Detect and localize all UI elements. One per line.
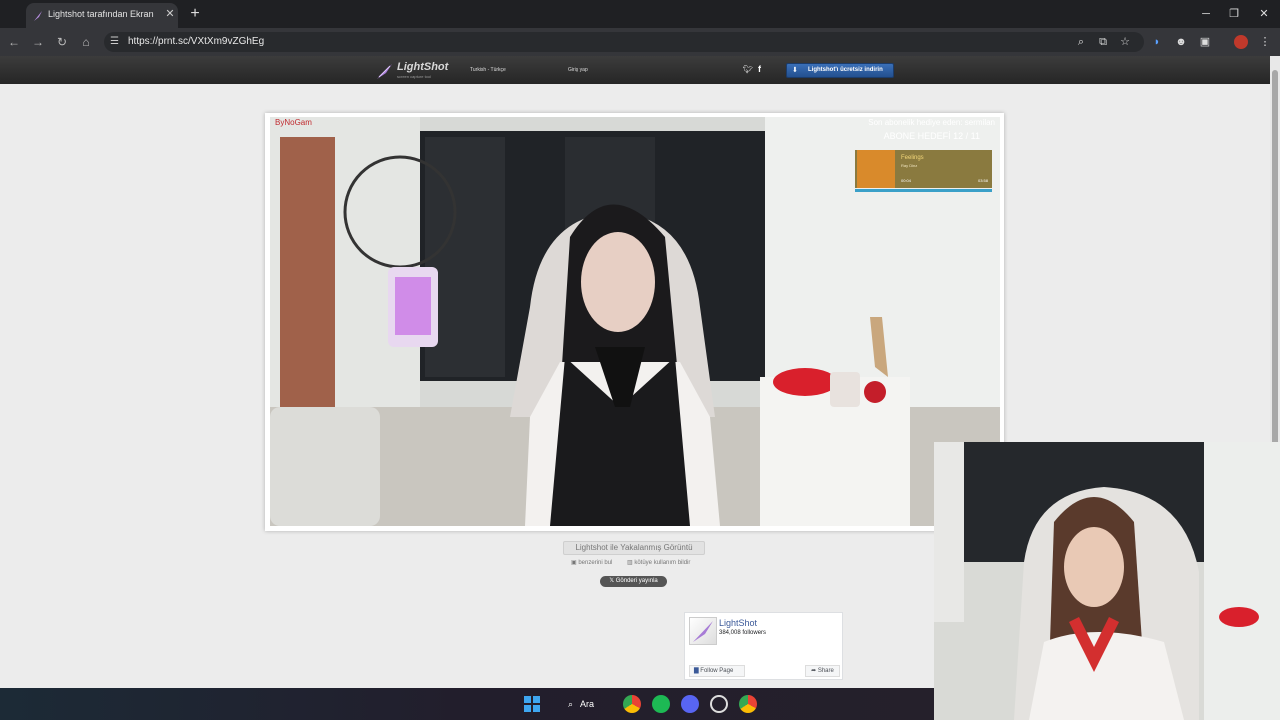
page-thumbnail[interactable] <box>689 617 717 645</box>
zoom-icon[interactable]: ⌕ <box>1074 35 1088 49</box>
twitter-icon[interactable]: 🐦︎ <box>743 65 753 74</box>
song-time-start: 00:04 <box>901 178 912 183</box>
download-label: Lightshot'ı ücretsiz indirin <box>808 67 883 73</box>
sub-goal-text: ABONE HEDEFİ 12 / 11 <box>884 131 980 141</box>
facebook-icon[interactable]: f <box>758 64 761 74</box>
report-link[interactable]: ▥ kötüye kullanım bildir <box>627 559 690 566</box>
fb-page-name[interactable]: LightShot <box>719 618 757 628</box>
new-tab-button[interactable]: + <box>187 6 203 22</box>
close-tab-icon[interactable]: ✕ <box>163 7 177 21</box>
menu-kebab-icon[interactable]: ⋮ <box>1258 35 1272 49</box>
channel-tag: ByNoGam <box>275 118 312 127</box>
song-time-end: 03:58 <box>978 178 989 183</box>
share-icon: ➦ <box>811 668 818 674</box>
logo-subtitle: screen capture tool <box>397 74 432 79</box>
extension-icon[interactable]: ◗ <box>1150 35 1164 49</box>
profile-avatar[interactable] <box>1234 35 1248 49</box>
extensions-puzzle-icon[interactable]: ▣ <box>1198 35 1212 49</box>
report-label: kötüye kullanım bildir <box>634 560 691 566</box>
install-app-icon[interactable]: ⧉ <box>1096 35 1110 49</box>
discord-icon[interactable] <box>681 695 699 713</box>
find-similar-link[interactable]: ▣ benzerini bul <box>571 559 612 566</box>
download-button[interactable]: ⬇ Lightshot'ı ücretsiz indirin <box>786 63 894 78</box>
find-similar-label: benzerini bul <box>578 560 613 566</box>
home-icon[interactable]: ⌂ <box>78 34 94 50</box>
lightshot-header <box>0 56 1270 84</box>
windows-start-icon[interactable] <box>523 695 541 713</box>
fb-share-button[interactable]: ➦ Share <box>805 665 840 677</box>
post-button-label: Gönderi yayınla <box>615 578 658 584</box>
back-icon[interactable]: ← <box>6 34 22 50</box>
fb-follow-button[interactable]: ▇ Follow Page <box>689 665 745 677</box>
facebook-page-widget[interactable]: LightShot 384,008 followers ▇ Follow Pag… <box>684 612 843 680</box>
bookmark-star-icon[interactable]: ☆ <box>1118 35 1132 49</box>
fb-share-label: Share <box>817 668 834 674</box>
chrome-active-icon[interactable] <box>739 695 757 713</box>
last-gift-text: Son abonelik hediye eden: sermilan <box>868 118 995 127</box>
fb-followers: 384,008 followers <box>719 630 767 636</box>
forward-icon[interactable]: → <box>30 34 46 50</box>
spotify-icon[interactable] <box>652 695 670 713</box>
post-button[interactable]: 𝕏 Gönderi yayınla <box>600 576 667 587</box>
obs-icon[interactable] <box>710 695 728 713</box>
screenshot-image[interactable]: ByNoGam Son abonelik hediye eden: sermil… <box>270 117 1000 526</box>
lightshot-logo[interactable]: LightShot screen capture tool <box>376 60 456 82</box>
song-title: Feelings <box>901 155 924 161</box>
language-selector[interactable]: Turkish - Türkçe <box>470 67 506 73</box>
windows-taskbar <box>0 688 934 720</box>
restore-icon[interactable]: ❐ <box>1224 6 1244 22</box>
browser-tab[interactable]: Lightshot tarafından Ekran Görüntüsü ✕ <box>26 3 178 28</box>
webcam-overlay <box>934 442 1280 720</box>
search-icon: ⌕ <box>568 699 574 709</box>
taskbar-search-label: Ara <box>580 699 595 709</box>
lightshot-favicon-icon <box>32 9 44 21</box>
minimize-icon[interactable]: ─ <box>1196 6 1216 22</box>
fb-follow-label: Follow Page <box>700 668 734 674</box>
address-bar[interactable]: ☰ https://prnt.sc/VXtXm9vZGhEg <box>104 32 1144 52</box>
extension-face-icon[interactable]: ☻ <box>1174 35 1188 49</box>
site-info-icon[interactable]: ☰ <box>110 36 122 48</box>
close-window-icon[interactable]: ✕ <box>1254 6 1274 22</box>
taskbar-search[interactable]: ⌕ Ara <box>562 694 606 714</box>
download-icon: ⬇ <box>792 67 798 74</box>
reload-icon[interactable]: ↻ <box>54 34 70 50</box>
tab-title: Lightshot tarafından Ekran Görüntüsü <box>48 9 156 19</box>
login-link[interactable]: Giriş yap <box>568 67 588 73</box>
screenshot-caption: Lightshot ile Yakalanmış Görüntü <box>563 541 705 555</box>
logo-text: LightShot <box>397 61 449 73</box>
song-artist: Ray Dinz <box>901 163 917 168</box>
url-text: https://prnt.sc/VXtXm9vZGhEg <box>128 36 265 47</box>
chrome-icon[interactable] <box>623 695 641 713</box>
